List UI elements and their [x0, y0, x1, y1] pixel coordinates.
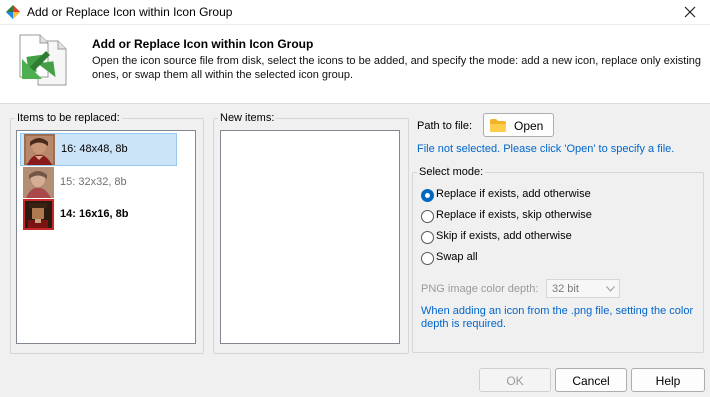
help-button[interactable]: Help — [631, 368, 705, 392]
depth-label: PNG image color depth: — [421, 283, 539, 295]
icon-item-label: 14: 16x16, 8b — [60, 208, 129, 220]
close-icon[interactable] — [670, 0, 710, 24]
radio-icon[interactable] — [421, 252, 434, 265]
cancel-button[interactable]: Cancel — [555, 368, 627, 392]
new-items-label: New items: — [218, 111, 277, 125]
radio-checked-icon[interactable] — [421, 189, 434, 202]
folder-icon — [490, 119, 506, 132]
radio-icon[interactable] — [421, 210, 434, 223]
header-title: Add or Replace Icon within Icon Group — [92, 37, 314, 51]
window-title: Add or Replace Icon within Icon Group — [27, 5, 233, 19]
icon-item-14[interactable]: 14: 16x16, 8b — [20, 199, 175, 230]
mode-option-label: Replace if exists, add otherwise — [436, 188, 591, 200]
title-bar: Add or Replace Icon within Icon Group — [0, 0, 710, 25]
file-status: File not selected. Please click 'Open' t… — [417, 143, 675, 155]
path-label: Path to file: — [417, 120, 473, 132]
icon-item-label: 16: 48x48, 8b — [61, 143, 128, 155]
portrait-thumbnail-icon — [24, 134, 55, 165]
color-depth-select[interactable]: 32 bit — [546, 279, 620, 298]
select-mode-label: Select mode: — [417, 165, 486, 179]
icon-item-16[interactable]: 16: 48x48, 8b — [20, 133, 177, 166]
items-replaced-label: Items to be replaced: — [15, 111, 122, 125]
icon-item-label: 15: 32x32, 8b — [60, 176, 127, 188]
mode-option-label: Skip if exists, add otherwise — [436, 230, 572, 242]
portrait-thumbnail-icon — [23, 167, 54, 198]
radio-icon[interactable] — [421, 231, 434, 244]
color-depth-value: 32 bit — [552, 283, 579, 295]
cancel-button-label: Cancel — [572, 374, 610, 388]
chevron-down-icon — [606, 286, 615, 292]
dialog-header: Add or Replace Icon within Icon Group Op… — [0, 25, 710, 104]
open-button-label: Open — [514, 119, 544, 133]
header-description: Open the icon source file from disk, sel… — [92, 55, 702, 81]
portrait-thumbnail-icon — [23, 199, 54, 230]
mode-option-label: Replace if exists, skip otherwise — [436, 209, 592, 221]
new-items-list[interactable] — [220, 130, 400, 344]
icon-item-15[interactable]: 15: 32x32, 8b — [20, 167, 175, 198]
ok-button-label: OK — [506, 374, 524, 388]
app-icon — [6, 5, 20, 19]
add-replace-icon — [19, 34, 67, 86]
open-button[interactable]: Open — [483, 113, 554, 137]
help-button-label: Help — [655, 374, 681, 388]
depth-note: When adding an icon from the .png file, … — [421, 305, 694, 330]
ok-button[interactable]: OK — [479, 368, 551, 392]
mode-option-label: Swap all — [436, 251, 478, 263]
items-replaced-list[interactable]: 16: 48x48, 8b 15: 32x32, 8b 14: 16x16, 8… — [16, 130, 196, 344]
